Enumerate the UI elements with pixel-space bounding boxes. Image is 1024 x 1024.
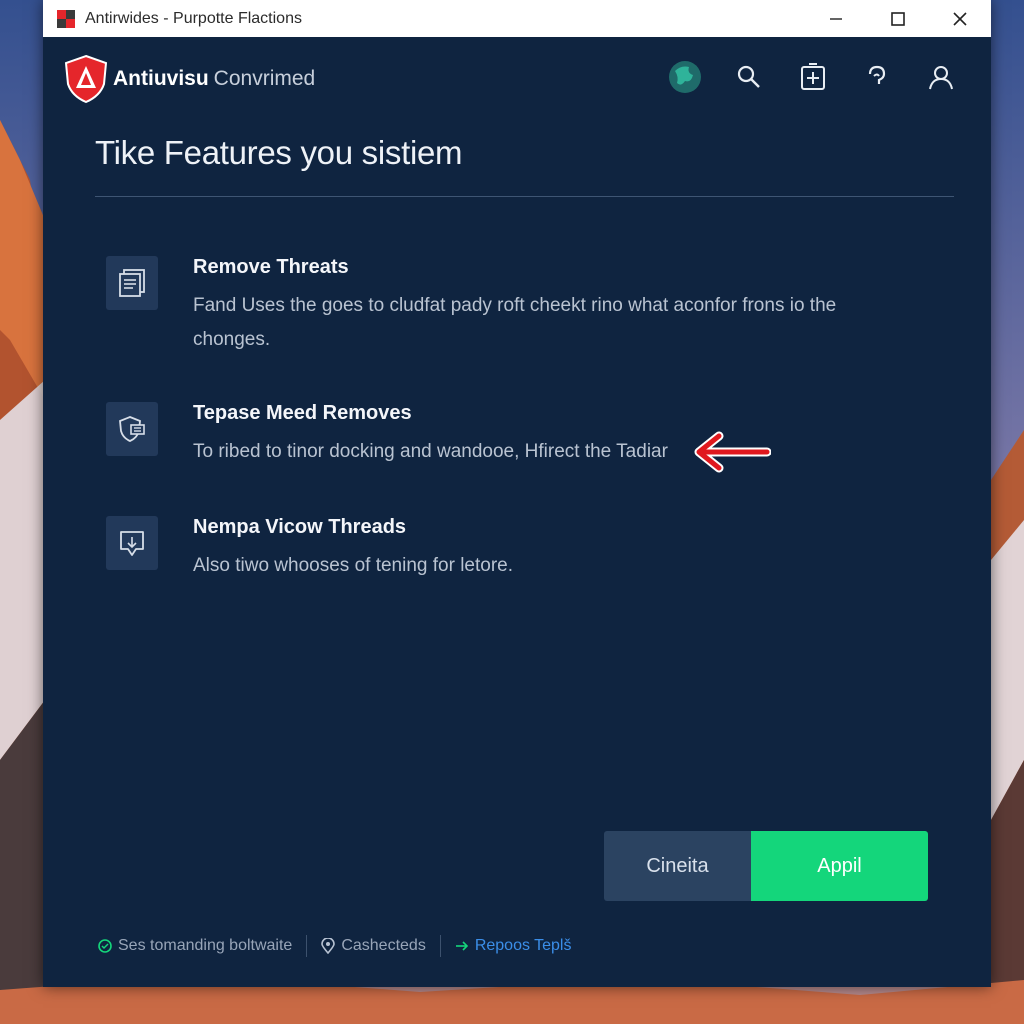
- close-icon: [953, 11, 967, 26]
- app-header: Antiuvisu Convrimed: [43, 37, 991, 117]
- shield-icon: [106, 402, 158, 456]
- user-icon: [929, 66, 953, 90]
- feature-item[interactable]: Remove Threats Fand Uses the goes to clu…: [106, 256, 926, 356]
- footer-location[interactable]: Cashecteds: [321, 937, 426, 955]
- status-check-icon: [98, 939, 112, 953]
- globe-icon: [669, 61, 701, 93]
- minimize-button[interactable]: [805, 0, 867, 37]
- feature-title: Tepase Meed Removes: [193, 402, 412, 424]
- page-title: Tike Features you sistiem: [95, 134, 463, 171]
- feature-item[interactable]: Tepase Meed Removes To ribed to tinor do…: [106, 402, 926, 462]
- brand-subtitle: Convrimed: [213, 67, 316, 90]
- footer-divider: [306, 935, 308, 957]
- brand-name: Antiuvisu: [113, 67, 209, 90]
- globe-button[interactable]: [653, 57, 717, 97]
- footer-divider: [439, 935, 441, 957]
- footer-link[interactable]: Repoos Teplš: [455, 937, 572, 955]
- maximize-icon: [891, 11, 905, 26]
- minimize-icon: [830, 17, 842, 20]
- help-button[interactable]: [845, 57, 909, 97]
- document-icon: [106, 256, 158, 310]
- shield-logo-icon: [64, 54, 108, 104]
- add-icon: [801, 63, 825, 90]
- brand[interactable]: Antiuvisu Convrimed: [63, 54, 315, 104]
- feature-title: Remove Threats: [193, 256, 349, 278]
- maximize-button[interactable]: [867, 0, 929, 37]
- pointer-arrow-icon: [694, 431, 771, 473]
- download-icon: [106, 516, 158, 570]
- feature-description: To ribed to tinor docking and wandooe, H…: [193, 441, 668, 462]
- feature-title: Nempa Vicow Threads: [193, 516, 407, 538]
- search-button[interactable]: [717, 57, 781, 97]
- add-button[interactable]: [781, 57, 845, 97]
- help-icon: [868, 65, 886, 84]
- footer-bar: Ses tomanding boltwaite Cashecteds Repoo…: [98, 934, 571, 958]
- cancel-button[interactable]: Cineita: [604, 831, 751, 901]
- search-icon: [737, 65, 760, 88]
- app-window: Antirwides - Purpotte Flactions Antiuvis…: [43, 0, 991, 987]
- arrow-right-icon: [455, 941, 468, 951]
- apply-button[interactable]: Appil: [751, 831, 928, 901]
- footer-status-text: Ses tomanding boltwaite: [118, 937, 293, 954]
- feature-item[interactable]: Nempa Vicow Threads Also tiwo whooses of…: [106, 516, 926, 576]
- footer-link-text: Repoos Teplš: [474, 937, 572, 954]
- window-titlebar[interactable]: Antirwides - Purpotte Flactions: [43, 0, 991, 37]
- app-logo-icon: [57, 9, 75, 28]
- feature-description: Also tiwo whooses of tening for letore.: [193, 555, 514, 576]
- footer-location-text: Cashecteds: [341, 937, 426, 954]
- user-button[interactable]: [909, 57, 973, 97]
- window-title: Antirwides - Purpotte Flactions: [85, 9, 302, 27]
- divider: [95, 196, 954, 197]
- footer-status: Ses tomanding boltwaite: [98, 937, 292, 955]
- action-buttons: Cineita Appil: [604, 831, 928, 901]
- location-pin-icon: [321, 938, 336, 954]
- close-button[interactable]: [929, 0, 991, 37]
- feature-description: Fand Uses the goes to cludfat pady roft …: [193, 295, 837, 350]
